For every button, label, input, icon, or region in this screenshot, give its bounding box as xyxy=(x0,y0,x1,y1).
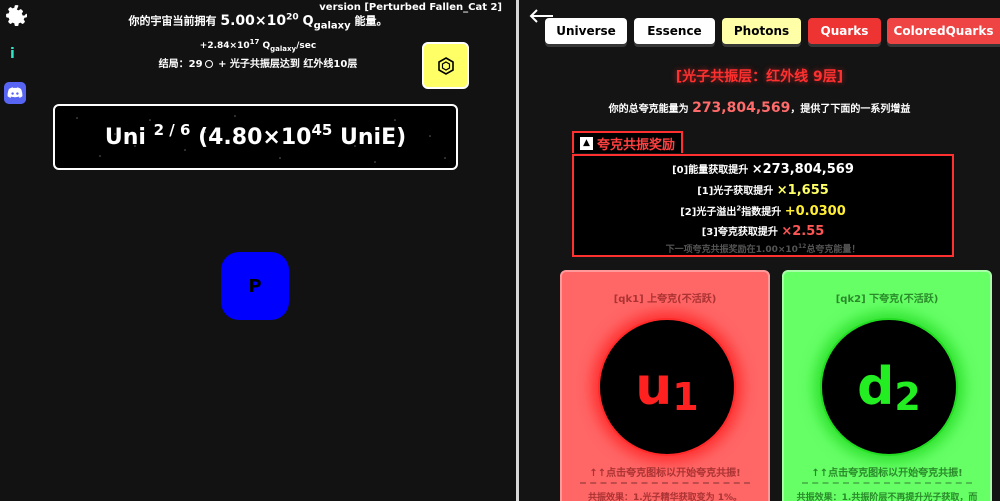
quark-card-hint: ↑↑点击夸克图标以开始夸克共振! xyxy=(811,468,963,479)
universe-pane: i version [Perturbed Fallen_Cat 2] 你的宇宙当… xyxy=(0,0,516,501)
tab-colored-quarks[interactable]: ColoredQuarks xyxy=(887,18,1000,44)
hexagon-button[interactable] xyxy=(422,42,469,89)
tab-photons[interactable]: Photons xyxy=(722,18,801,44)
ending-text: + 光子共振层达到 红外线10层 xyxy=(218,59,358,70)
energy-mantissa: 5.00×10 xyxy=(220,12,287,29)
quark-card-effect: 共振效果：1.光子精华获取变为 1%。 xyxy=(587,493,743,501)
reward-label: [0]能量获取提升 xyxy=(672,165,749,176)
reward-list: [0]能量获取提升 ×273,804,569 [1]光子获取提升 ×1,655 … xyxy=(572,154,954,257)
quark-card-label: [qk1] 上夸克(不活跃) xyxy=(613,294,717,305)
reward-value: ×1,655 xyxy=(776,183,829,198)
resonance-layer-title: [光子共振层：红外线 9层] xyxy=(675,69,844,85)
reward-row: [3]夸克获取提升 ×2.55 xyxy=(574,223,952,239)
quark-card-effect: 共振效果：1.共振阶层不再提升光子获取，而 xyxy=(796,493,978,501)
tab-essence[interactable]: Essence xyxy=(634,18,715,44)
uni-text: Uni 2 / 6 (4.80×1045 UniE) xyxy=(104,121,407,150)
up-quark-button[interactable]: u1 xyxy=(598,318,736,456)
energy-suffix: 能量。 xyxy=(354,14,388,28)
ending-gear-icon xyxy=(204,60,213,68)
card-divider xyxy=(580,482,750,484)
quark-index: 2 xyxy=(894,375,921,419)
energy-readout: 你的宇宙当前拥有 5.00×1020 Qgalaxy 能量。 xyxy=(0,12,516,31)
rate-mantissa: +2.84×10 xyxy=(199,41,250,51)
energy-unit: Qgalaxy xyxy=(302,13,351,32)
next-reward-suffix: 总夸克能量！ xyxy=(806,245,861,255)
p-button[interactable]: P xyxy=(221,252,289,320)
reward-label: [3]夸克获取提升 xyxy=(701,227,778,238)
reward-label: [2]光子溢出 xyxy=(680,207,737,218)
quark-card-up: [qk1] 上夸克(不活跃) u1 ↑↑点击夸克图标以开始夸克共振! 共振效果：… xyxy=(560,270,770,501)
reward-row: [1]光子获取提升 ×1,655 xyxy=(574,182,952,198)
quark-card-label: [qk2] 下夸克(不活跃) xyxy=(835,294,939,305)
hexagon-icon xyxy=(437,56,454,75)
energy-exponent: 20 xyxy=(286,12,299,22)
energy-prefix: 你的宇宙当前拥有 xyxy=(128,14,217,28)
uni-name: Uni xyxy=(104,124,146,150)
uni-unit: UniE) xyxy=(340,124,407,150)
next-reward-hint: 下一项夸克共振奖励在1.00×1012总夸克能量！ xyxy=(574,242,952,255)
reward-value: +0.0300 xyxy=(784,204,846,219)
quark-letter: d xyxy=(857,357,895,417)
quark-card-hint: ↑↑点击夸克图标以开始夸克共振! xyxy=(589,468,741,479)
tab-universe[interactable]: Universe xyxy=(545,18,627,44)
total-quark-energy: 你的总夸克能量为 273,804,569，提供了下面的一系列增益 xyxy=(519,100,1000,116)
energy-unit-sub: galaxy xyxy=(313,20,351,32)
quark-letter: u xyxy=(635,357,673,417)
discord-icon[interactable] xyxy=(4,82,26,104)
quarks-pane: Universe Essence Photons Quarks ColoredQ… xyxy=(519,0,1000,501)
ending-prefix: 结局： xyxy=(158,59,189,70)
quark-card-down: [qk2] 下夸克(不活跃) d2 ↑↑点击夸克图标以开始夸克共振! 共振效果：… xyxy=(782,270,992,501)
reward-row: [0]能量获取提升 ×273,804,569 xyxy=(574,161,952,177)
rate-unit-sub: galaxy xyxy=(270,44,297,53)
uni-value: (4.80×10 xyxy=(198,124,312,150)
total-value: 273,804,569 xyxy=(692,100,791,116)
reward-value: ×273,804,569 xyxy=(751,162,854,177)
reward-value: ×2.55 xyxy=(781,224,825,239)
ending-count: 29 xyxy=(188,59,203,70)
energy-unit-q: Q xyxy=(302,13,314,29)
rate-per: /sec xyxy=(296,41,317,51)
rate-unit: Q xyxy=(262,41,271,51)
reward-section-header[interactable]: ▲ 夸克共振奖励 xyxy=(572,131,684,153)
rate-exponent: 17 xyxy=(249,38,260,46)
quark-index: 1 xyxy=(672,375,699,419)
uni-exponent: 45 xyxy=(311,120,333,139)
reward-header-label: 夸克共振奖励 xyxy=(597,137,676,153)
down-quark-button[interactable]: d2 xyxy=(820,318,958,456)
collapse-triangle-icon[interactable]: ▲ xyxy=(580,136,593,150)
card-divider xyxy=(802,482,972,484)
next-reward-prefix: 下一项夸克共振奖励在1.00×10 xyxy=(665,245,798,255)
reward-row: [2]光子溢出2指数提升 +0.0300 xyxy=(574,203,952,219)
reward-label: [1]光子获取提升 xyxy=(697,186,774,197)
uni-progress: 2 / 6 xyxy=(153,120,191,139)
total-prefix: 你的总夸克能量为 xyxy=(608,104,689,115)
reward-label-b: 指数提升 xyxy=(741,207,782,218)
total-suffix: ，提供了下面的一系列增益 xyxy=(790,104,911,115)
uni-progress-box[interactable]: Uni 2 / 6 (4.80×1045 UniE) xyxy=(53,104,458,170)
energy-amount: 5.00×1020 xyxy=(220,12,299,29)
tab-quarks[interactable]: Quarks xyxy=(808,18,881,44)
